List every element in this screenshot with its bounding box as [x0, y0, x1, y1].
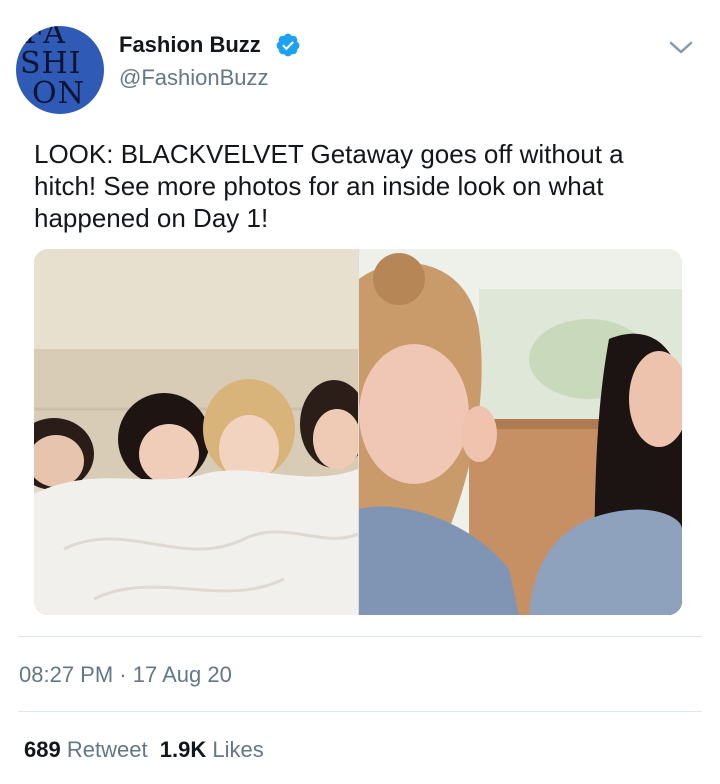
account-handle[interactable]: @FashionBuzz [119, 64, 269, 92]
tweet-timestamp[interactable]: 08:27 PM · 17 Aug 20 [19, 661, 232, 689]
like-count: 1.9K [159, 737, 207, 762]
divider [18, 711, 702, 712]
media-photo-right[interactable] [359, 249, 682, 615]
retweet-count: 689 [24, 737, 61, 762]
divider [18, 636, 702, 637]
avatar[interactable]: FA SHI ON [16, 26, 104, 114]
tweet-stats: 689 Retweet 1.9K Likes [24, 736, 264, 764]
avatar-logo-line-3: ON [32, 76, 85, 111]
likes-stat[interactable]: 1.9K Likes [160, 737, 264, 762]
display-name[interactable]: Fashion Buzz [119, 31, 261, 59]
like-label: Likes [212, 737, 264, 762]
avatar-logo: FA SHI ON [16, 26, 104, 114]
tweet-text: LOOK: BLACKVELVET Getaway goes off witho… [34, 139, 624, 233]
chevron-down-icon[interactable] [666, 36, 696, 58]
avatar-logo-line-1: FA [24, 26, 66, 51]
verified-badge-icon [276, 33, 300, 57]
tweet-media[interactable] [34, 249, 682, 615]
retweet-stat[interactable]: 689 Retweet [24, 737, 148, 762]
retweet-label: Retweet [66, 737, 148, 762]
media-photo-left[interactable] [34, 249, 358, 615]
avatar-logo-line-2: SHI [20, 46, 82, 81]
